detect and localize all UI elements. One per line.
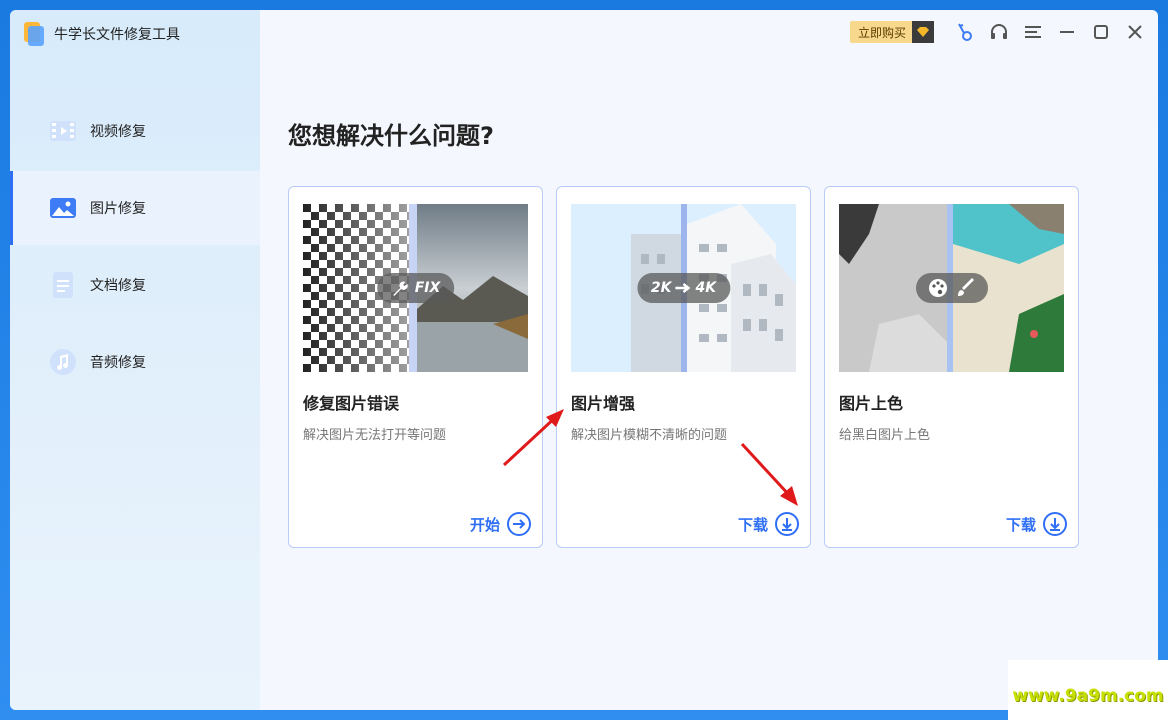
- fix-badge: FIX: [376, 273, 455, 303]
- download-button[interactable]: 下载: [738, 511, 800, 537]
- minimize-icon[interactable]: [1050, 15, 1084, 49]
- action-label: 开始: [469, 515, 500, 534]
- card-description: 解决图片模糊不清晰的问题: [571, 428, 728, 443]
- sidebar-item-video-repair[interactable]: 视频修复: [10, 94, 260, 168]
- arrow-right-icon: [675, 283, 691, 293]
- card-title: 修复图片错误: [303, 394, 400, 413]
- badge-to: 4K: [695, 280, 717, 296]
- sidebar-item-image-repair[interactable]: 图片修复: [10, 171, 260, 245]
- page-title: 您想解决什么问题?: [288, 122, 494, 150]
- document-icon: [48, 270, 78, 300]
- sidebar-item-label: 视频修复: [90, 124, 146, 140]
- menu-icon[interactable]: [1016, 15, 1050, 49]
- headset-icon[interactable]: [982, 15, 1016, 49]
- card-title: 图片上色: [839, 394, 904, 413]
- watermark-text: www.9a9m.com: [1012, 686, 1164, 706]
- app-logo-icon: [22, 22, 44, 46]
- action-label: 下载: [1005, 515, 1036, 534]
- music-note-icon: [48, 347, 78, 377]
- sidebar-item-audio-repair[interactable]: 音频修复: [10, 325, 260, 399]
- colorize-badge: [915, 273, 988, 303]
- maximize-icon[interactable]: [1084, 15, 1118, 49]
- card-image-colorize[interactable]: 图片上色 给黑白图片上色 下载: [824, 186, 1079, 548]
- download-circle-icon: [775, 512, 799, 536]
- feature-cards: FIX 修复图片错误 解决图片无法打开等问题 开始 2K 4K 图片增强 解决图…: [288, 186, 1092, 548]
- buy-now-button[interactable]: 立即购买: [849, 21, 934, 43]
- app-window: 牛学长文件修复工具 视频修复 图片修复 文档修复 音频修复 立即购买 您想解决什…: [10, 10, 1158, 710]
- buy-now-label: 立即购买: [857, 25, 906, 40]
- card-description: 解决图片无法打开等问题: [303, 428, 447, 443]
- diamond-icon: [912, 21, 934, 43]
- app-title-bar: 牛学长文件修复工具: [22, 22, 180, 46]
- sidebar: 牛学长文件修复工具 视频修复 图片修复 文档修复 音频修复: [10, 10, 260, 710]
- card-fix-image-errors[interactable]: FIX 修复图片错误 解决图片无法打开等问题 开始: [288, 186, 543, 548]
- fix-preview-image: FIX: [303, 204, 528, 372]
- image-icon: [48, 193, 78, 223]
- action-label: 下载: [737, 515, 768, 534]
- watermark: www.9a9m.com: [1008, 660, 1168, 720]
- enhance-preview-image: 2K 4K: [571, 204, 796, 372]
- title-bar-controls: 立即购买: [849, 10, 1158, 54]
- key-icon[interactable]: [948, 15, 982, 49]
- card-title: 图片增强: [571, 394, 636, 413]
- fix-badge-label: FIX: [414, 280, 441, 296]
- download-button[interactable]: 下载: [1006, 511, 1068, 537]
- sidebar-item-label: 音频修复: [90, 355, 146, 371]
- start-button[interactable]: 开始: [470, 511, 532, 537]
- app-name: 牛学长文件修复工具: [54, 27, 180, 43]
- card-description: 给黑白图片上色: [839, 428, 931, 443]
- badge-from: 2K: [650, 280, 672, 296]
- download-circle-icon: [1043, 512, 1067, 536]
- colorize-preview-image: [839, 204, 1064, 372]
- resolution-badge: 2K 4K: [636, 273, 731, 303]
- brush-icon: [957, 278, 974, 296]
- sidebar-item-document-repair[interactable]: 文档修复: [10, 248, 260, 322]
- wrench-icon: [392, 281, 408, 296]
- video-icon: [48, 116, 78, 146]
- arrow-right-circle-icon: [507, 512, 531, 536]
- sidebar-item-label: 图片修复: [90, 201, 146, 217]
- close-icon[interactable]: [1118, 15, 1152, 49]
- card-image-enhance[interactable]: 2K 4K 图片增强 解决图片模糊不清晰的问题 下载: [556, 186, 811, 548]
- sidebar-item-label: 文档修复: [90, 278, 146, 294]
- palette-icon: [928, 279, 947, 297]
- sidebar-nav: 视频修复 图片修复 文档修复 音频修复: [10, 94, 260, 402]
